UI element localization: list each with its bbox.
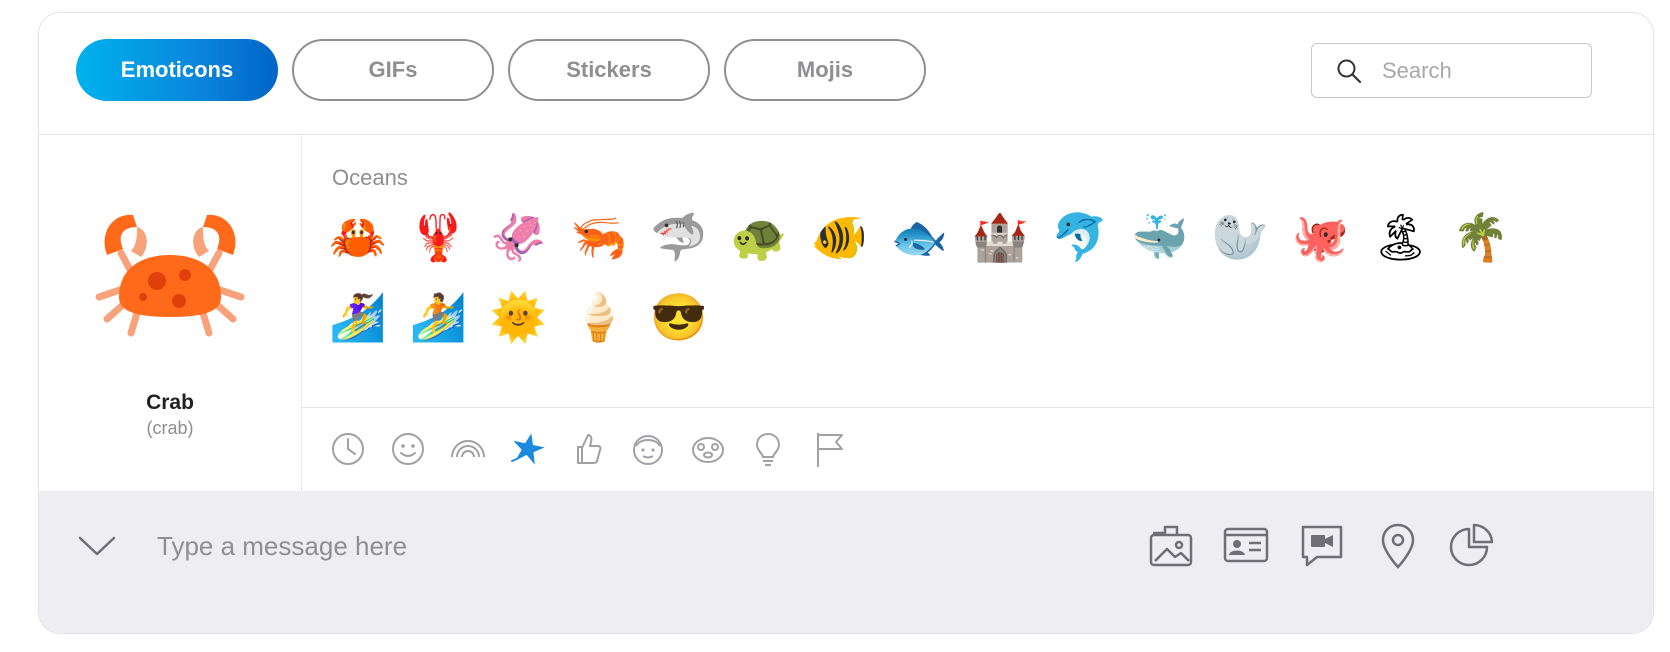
sun-icon: 🌞 <box>489 291 548 343</box>
seal-icon: 🦭 <box>1211 211 1269 263</box>
emoticon-palm-tree[interactable]: 🌴 <box>1451 207 1511 267</box>
emoticon-man-surfing[interactable]: 🏄 <box>408 287 468 347</box>
starfish-icon[interactable] <box>508 429 548 469</box>
emoticon-octopus[interactable]: 🐙 <box>1290 207 1350 267</box>
tab-emoticons[interactable]: Emoticons <box>76 39 278 101</box>
picker-tab-bar: Emoticons GIFs Stickers Mojis <box>39 13 1653 135</box>
category-title: Oceans <box>332 165 408 190</box>
emoticon-tropical-fish[interactable]: 🐠 <box>809 207 869 267</box>
tab-gifs[interactable]: GIFs <box>292 39 494 101</box>
emoticon-turtle[interactable]: 🐢 <box>729 207 789 267</box>
emoticon-shark[interactable]: 🦈 <box>649 207 709 267</box>
fish-icon: 🐟 <box>890 211 949 263</box>
tab-mojis[interactable]: Mojis <box>724 39 926 101</box>
palm-tree-icon: 🌴 <box>1452 211 1510 263</box>
emoticon-woman-surfing[interactable]: 🏄‍♀️ <box>328 287 388 347</box>
poll-icon[interactable] <box>1447 521 1497 571</box>
tropical-fish-icon: 🐠 <box>810 211 868 263</box>
man-surfing-icon: 🏄 <box>409 291 467 343</box>
chevron-down-icon[interactable] <box>77 533 117 559</box>
emoticon-seal[interactable]: 🦭 <box>1210 207 1270 267</box>
turtle-icon: 🐢 <box>730 211 788 263</box>
thumbs-up-icon[interactable] <box>568 429 608 469</box>
emoticon-island[interactable]: 🏝 <box>1371 207 1431 267</box>
whale-icon: 🐳 <box>1131 211 1189 263</box>
smiley-icon[interactable] <box>388 429 428 469</box>
location-icon[interactable] <box>1373 521 1423 571</box>
search-box[interactable] <box>1311 43 1592 98</box>
sandcastle-icon: 🏰 <box>970 211 1029 263</box>
crab-preview-icon <box>95 214 245 337</box>
emoticon-fish[interactable]: 🐟 <box>889 207 949 267</box>
category-bar <box>302 407 1653 492</box>
emoticon-grid: Oceans 🦀 🦞 🦑 🦐 🦈 🐢 🐠 🐟 🏰 🐬 🐳 🦭 🐙 🏝 🌴 🏄‍♀️ 🏄 🌞 🍦 😎 <box>302 135 1653 407</box>
octopus-icon: 🐙 <box>1291 211 1350 263</box>
preview-shortcode: (crab) <box>146 418 194 438</box>
emoticon-lobster[interactable]: 🦞 <box>408 207 468 267</box>
emoticon-shrimp[interactable]: 🦐 <box>569 207 629 267</box>
recent-icon[interactable] <box>328 429 368 469</box>
emoticon-preview: Crab (crab) <box>39 135 302 491</box>
ice-cream-icon: 🍦 <box>569 291 628 343</box>
tab-stickers[interactable]: Stickers <box>508 39 710 101</box>
cool-icon: 😎 <box>650 291 708 343</box>
emoticon-crab[interactable]: 🦀 <box>328 207 388 267</box>
preview-name: Crab <box>146 391 194 414</box>
dolphin-icon: 🐬 <box>1051 211 1109 263</box>
gallery-icon[interactable] <box>1145 521 1195 571</box>
squid-icon: 🦑 <box>489 211 548 263</box>
emoticon-whale[interactable]: 🐳 <box>1130 207 1190 267</box>
search-icon <box>1337 59 1362 83</box>
animal-icon[interactable] <box>688 429 728 469</box>
video-message-icon[interactable] <box>1297 521 1347 571</box>
flag-icon[interactable] <box>808 429 848 469</box>
emoticon-ice-cream[interactable]: 🍦 <box>569 287 629 347</box>
emoticon-sun[interactable]: 🌞 <box>488 287 548 347</box>
woman-surfing-icon: 🏄‍♀️ <box>329 291 387 343</box>
shark-icon: 🦈 <box>650 211 708 263</box>
search-input[interactable] <box>1380 56 1574 85</box>
emoticon-cool[interactable]: 😎 <box>649 287 709 347</box>
message-input[interactable] <box>155 525 859 567</box>
shrimp-icon: 🦐 <box>569 211 628 263</box>
message-composer <box>39 491 1653 633</box>
island-icon: 🏝 <box>1371 211 1430 263</box>
emoticon-squid[interactable]: 🦑 <box>488 207 548 267</box>
crab-icon: 🦀 <box>329 211 387 263</box>
lobster-icon: 🦞 <box>409 211 467 263</box>
lightbulb-icon[interactable] <box>748 429 788 469</box>
emoticon-dolphin[interactable]: 🐬 <box>1050 207 1110 267</box>
rainbow-icon[interactable] <box>448 429 488 469</box>
emoticon-sandcastle[interactable]: 🏰 <box>970 207 1030 267</box>
emoticon-picker-panel: Emoticons GIFs Stickers Mojis Search Cra… <box>38 12 1654 634</box>
contact-card-icon[interactable] <box>1221 521 1271 571</box>
face-icon[interactable] <box>628 429 668 469</box>
